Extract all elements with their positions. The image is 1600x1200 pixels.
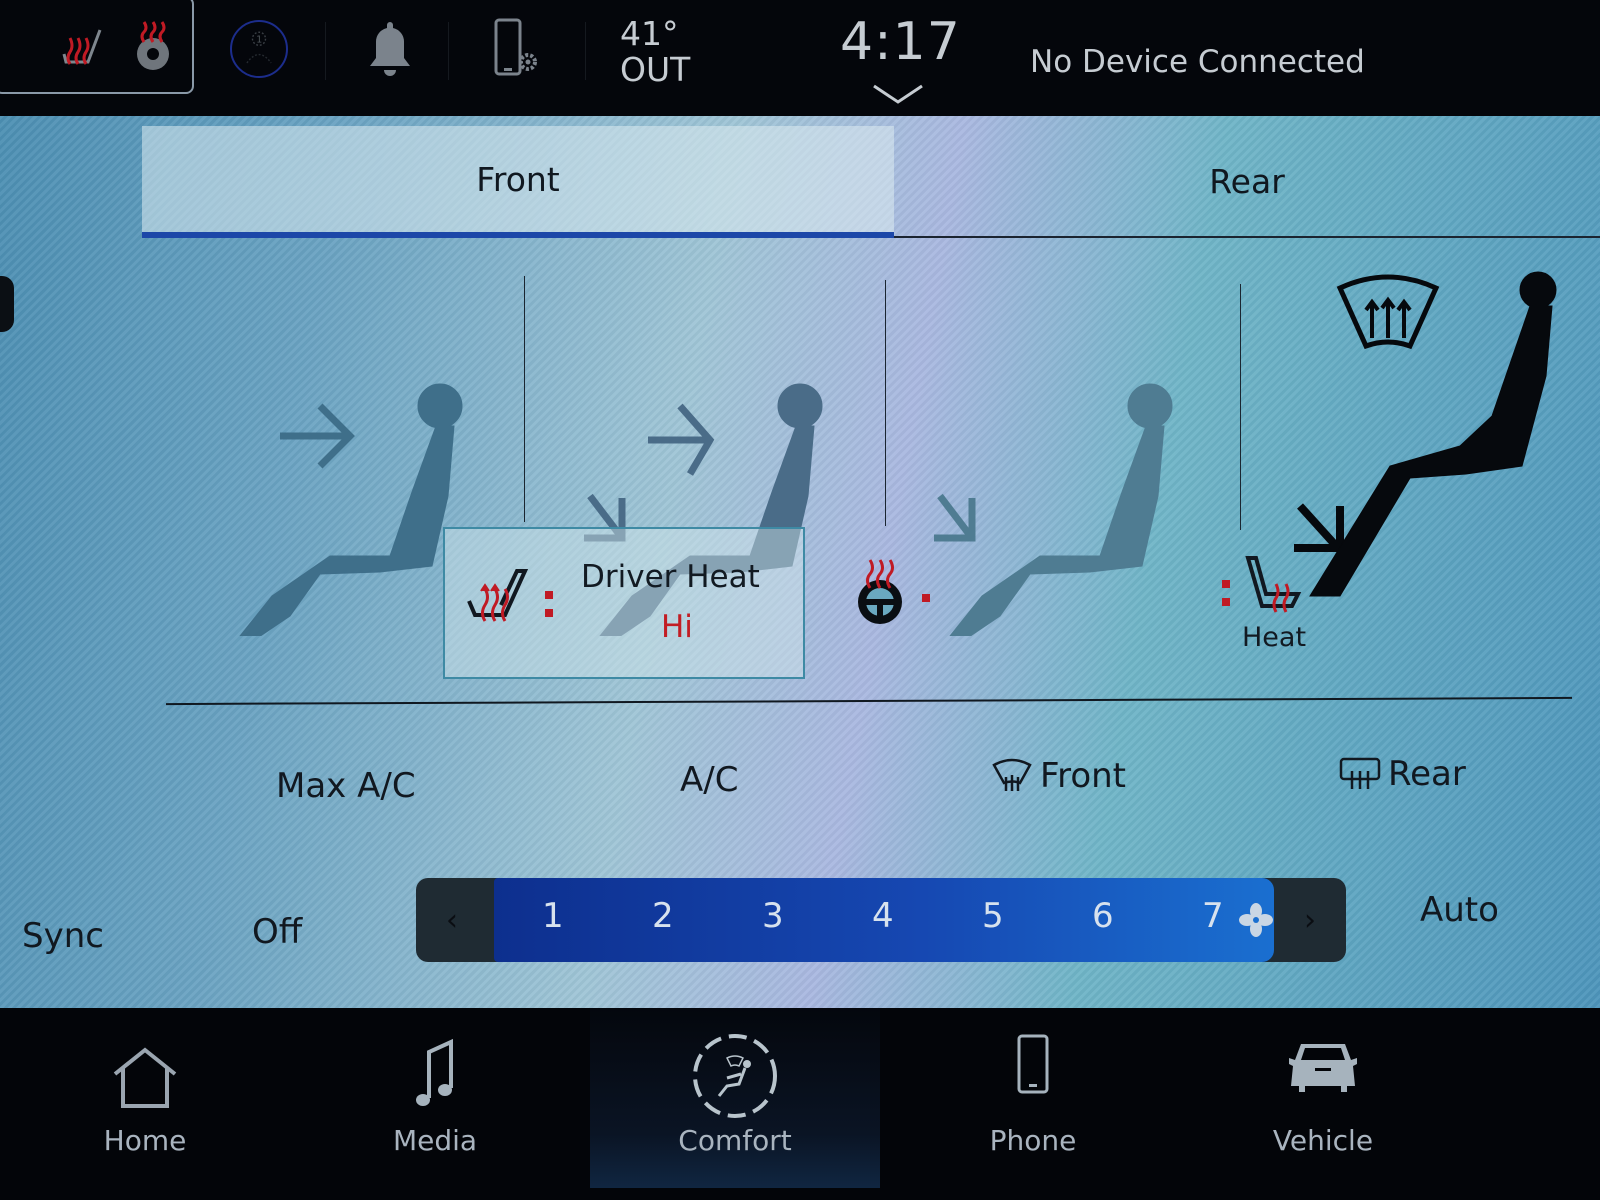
nav-media[interactable]: Media [290,1008,580,1188]
rear-defrost-button[interactable]: Rear [1338,754,1466,794]
tab-rear-label: Rear [1209,161,1285,201]
nav-phone[interactable]: Phone [888,1008,1178,1188]
divider [448,22,449,80]
outside-temp-value: 41° [620,14,679,53]
nav-vehicle-label: Vehicle [1272,1124,1374,1157]
off-label: Off [252,912,303,952]
nav-apps-label: Apps [1492,1124,1600,1157]
ac-button[interactable]: A/C [680,760,738,800]
fan-decrease-button[interactable]: ‹ [416,878,488,962]
front-defrost-label: Front [1040,756,1126,796]
airflow-mode-floor[interactable] [910,266,1260,667]
outside-temp-label: OUT [620,50,691,89]
phone-settings-icon[interactable] [492,18,540,82]
steering-heat-level-dot [922,594,930,602]
zone-tabs: Front Rear [142,126,1600,244]
passenger-heat-label: Heat [1242,622,1307,653]
heat-level-dots [1222,580,1230,616]
phone-icon [1017,1034,1049,1094]
tab-rear[interactable]: Rear [894,126,1600,238]
driver-heat-label: Driver Heat [581,559,760,595]
max-ac-label: Max A/C [276,766,416,806]
car-icon [1289,1044,1357,1092]
bell-icon[interactable] [365,18,415,82]
nav-comfort[interactable]: Comfort [590,1008,880,1188]
fan-step-2[interactable]: 2 [652,896,674,936]
fan-step-3[interactable]: 3 [762,896,784,936]
divider [325,22,326,80]
nav-apps[interactable]: Apps [1478,1008,1600,1188]
steering-wheel-heat-button[interactable] [850,556,910,626]
fan-step-1[interactable]: 1 [542,896,564,936]
fan-icon [1239,903,1273,937]
quick-heat-controls [0,0,194,94]
nav-home[interactable]: Home [0,1008,290,1188]
steering-wheel-heat-icon[interactable] [126,20,180,74]
floor-airflow-icon [925,383,1173,667]
climate-off-button[interactable]: Off [252,912,302,952]
tab-front[interactable]: Front [142,126,894,238]
auto-button[interactable]: Auto [1420,890,1499,930]
rear-defrost-icon [1339,757,1381,789]
ac-label: A/C [680,760,739,800]
fan-increase-button[interactable]: › [1274,878,1346,962]
device-status[interactable]: No Device Connected [1030,44,1365,80]
side-handle[interactable] [0,276,14,332]
driver-profile-1-icon[interactable]: 1 [230,20,288,78]
mode-divider [1240,284,1241,530]
chevron-down-icon[interactable] [870,82,926,106]
front-defrost-icon [992,758,1032,791]
nav-home-label: Home [103,1124,187,1157]
heat-level-dots [545,591,555,621]
apps-grid-icon [1577,1030,1600,1122]
chevron-left-icon: ‹ [446,902,458,938]
sync-button[interactable]: Sync [22,916,104,956]
nav-comfort-label: Comfort [678,1124,792,1157]
passenger-seat-heat-icon [1245,556,1302,613]
clock[interactable]: 4:17 [840,12,961,72]
divider [585,22,586,80]
home-icon [113,1047,177,1108]
tab-front-label: Front [476,159,560,199]
fan-step-6[interactable]: 6 [1092,896,1114,936]
outside-temperature: 41° OUT [620,16,690,88]
max-ac-button[interactable]: Max A/C [276,766,416,806]
driver-seat-heat-button[interactable]: Driver Heat Hi [443,527,805,679]
bottom-nav: Home Media Comfort Phone Vehicle [0,1008,1600,1200]
section-divider [166,696,1572,706]
driver-seat-heat-icon[interactable] [56,20,110,74]
chevron-right-icon: › [1304,902,1316,938]
passenger-seat-heat-button[interactable]: Heat [1222,554,1326,674]
fan-step-4[interactable]: 4 [872,896,894,936]
nav-phone-label: Phone [989,1124,1077,1157]
fan-step-5[interactable]: 5 [982,896,1004,936]
fan-step-7[interactable]: 7 [1202,896,1224,936]
fan-speed-slider[interactable]: ‹ 1 2 3 4 5 6 7 › [416,878,1346,962]
mode-divider [524,276,525,522]
profile-number: 1 [256,34,262,45]
front-defrost-button[interactable]: Front [990,756,1126,796]
climate-panel: Front Rear Driver Heat Hi Heat Max A/C A… [0,116,1600,1008]
music-note-icon [416,1038,453,1106]
auto-label: Auto [1420,890,1499,930]
rear-defrost-label: Rear [1388,754,1466,794]
mode-divider [885,280,886,526]
nav-vehicle[interactable]: Vehicle [1178,1008,1468,1188]
driver-seat-heat-icon [467,569,529,622]
status-bar: 1 41° OUT 4:17 No Device Connected [0,0,1600,118]
sync-label: Sync [22,916,104,956]
driver-heat-level: Hi [661,609,693,645]
comfort-climate-icon [693,1034,777,1118]
nav-media-label: Media [392,1124,478,1157]
